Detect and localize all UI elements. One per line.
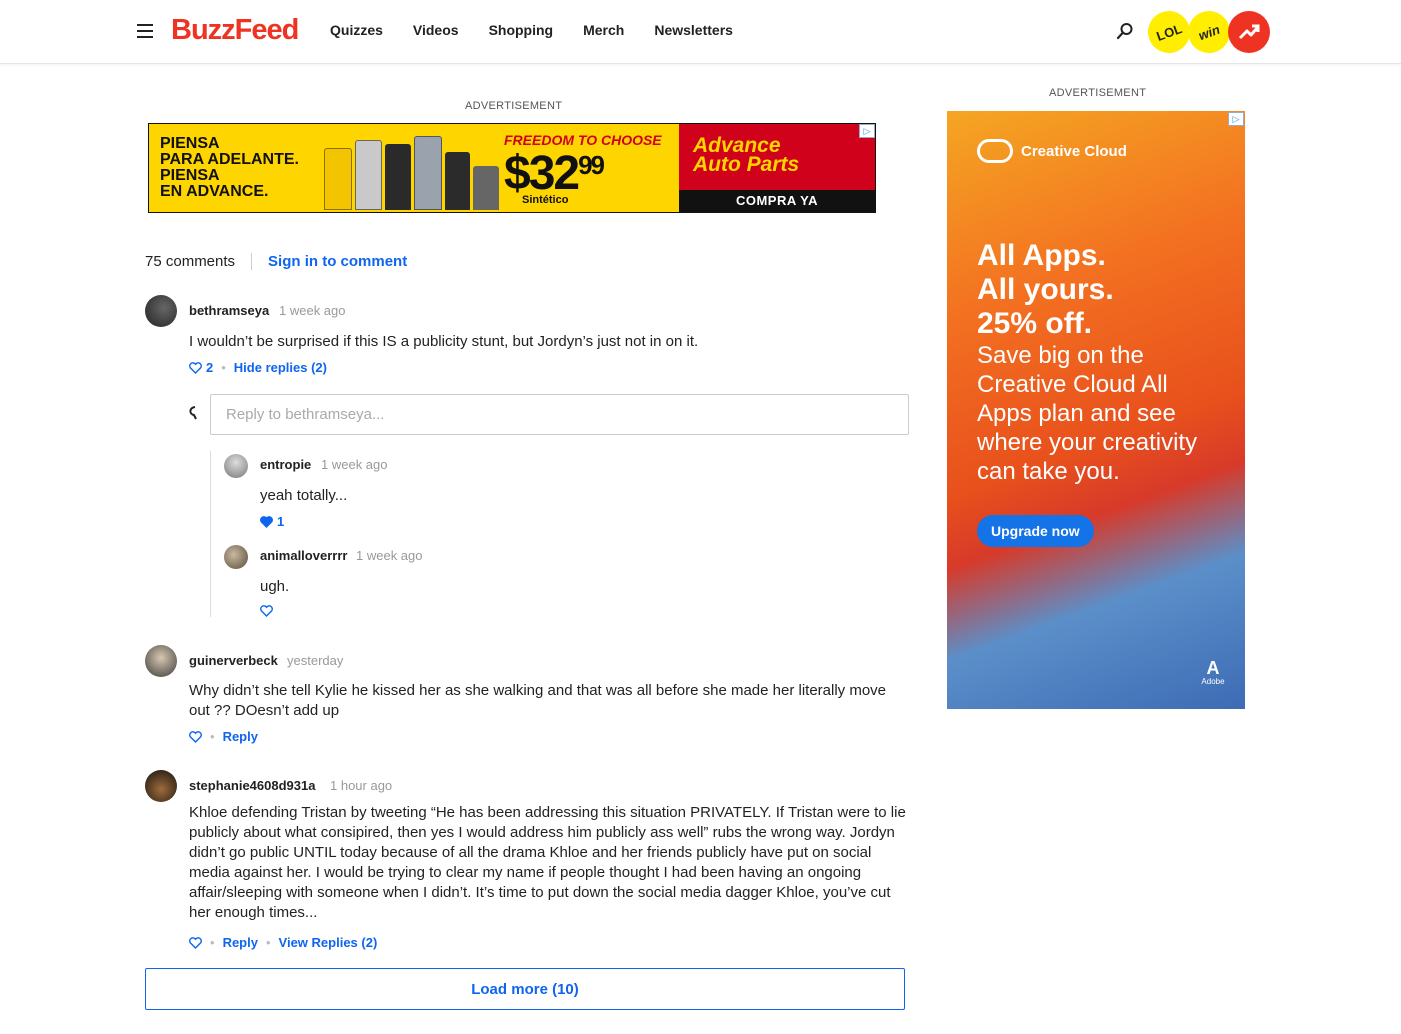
oil-bottles-image bbox=[324, 130, 500, 210]
main-nav: Quizzes Videos Shopping Merch Newsletter… bbox=[330, 22, 733, 38]
reply-text: yeah totally... bbox=[260, 487, 348, 504]
heart-icon[interactable] bbox=[189, 361, 202, 374]
heart-filled-icon[interactable] bbox=[260, 515, 273, 528]
reply-username[interactable]: animalloverrrr bbox=[260, 548, 347, 563]
avatar[interactable] bbox=[224, 545, 248, 569]
adchoices-icon[interactable]: ▷ bbox=[1228, 112, 1244, 126]
comments-header: 75 comments Sign in to comment bbox=[145, 250, 407, 272]
reply-link[interactable]: Reply bbox=[223, 729, 258, 744]
adobe-label: Adobe bbox=[1201, 677, 1225, 686]
adobe-icon: A bbox=[1206, 658, 1220, 678]
comment-time: 1 week ago bbox=[279, 303, 346, 318]
upgrade-now-button[interactable]: Upgrade now bbox=[977, 515, 1094, 547]
separator-dot: • bbox=[221, 360, 226, 375]
reply-time: 1 week ago bbox=[321, 457, 388, 472]
adobe-logo: A Adobe bbox=[1201, 659, 1225, 686]
comment-time: yesterday bbox=[287, 653, 344, 668]
reply-actions: 1 bbox=[260, 514, 284, 529]
reply-text: ugh. bbox=[260, 578, 290, 595]
comment-username[interactable]: bethramseya bbox=[189, 303, 269, 318]
banner-price: $3299 bbox=[504, 146, 605, 201]
like-count: 2 bbox=[206, 360, 214, 375]
reply-username[interactable]: entropie bbox=[260, 457, 311, 472]
comment-text: Why didn’t she tell Kylie he kissed her … bbox=[189, 682, 887, 719]
trending-icon[interactable] bbox=[1228, 11, 1270, 53]
reply-actions bbox=[260, 605, 273, 617]
comment-actions: • Reply • View Replies (2) bbox=[189, 935, 377, 950]
ad-label-side: ADVERTISEMENT bbox=[1049, 87, 1147, 99]
adchoices-icon[interactable]: ▷ bbox=[859, 124, 875, 138]
compra-ya-button[interactable]: COMPRA YA bbox=[679, 190, 875, 212]
reply-link[interactable]: Reply bbox=[223, 935, 258, 950]
comment-time: 1 hour ago bbox=[330, 778, 393, 793]
banner-price-dollars: $32 bbox=[504, 147, 580, 200]
load-more-button[interactable]: Load more (10) bbox=[145, 968, 905, 1010]
search-icon[interactable] bbox=[1116, 22, 1134, 40]
reply-time: 1 week ago bbox=[356, 548, 423, 563]
comment-text: Khloe defending Tristan by tweeting “He … bbox=[189, 804, 906, 921]
buzzfeed-logo[interactable]: BuzzFeed bbox=[171, 14, 299, 47]
comment-text: I wouldn’t be surprised if this IS a pub… bbox=[189, 333, 699, 350]
heart-icon[interactable] bbox=[260, 605, 273, 617]
advance-auto-logo: Advance Auto Parts bbox=[693, 134, 800, 176]
ad-label-banner: ADVERTISEMENT bbox=[465, 100, 563, 112]
avatar[interactable] bbox=[224, 454, 248, 478]
site-header: BuzzFeed Quizzes Videos Shopping Merch N… bbox=[0, 0, 1401, 64]
view-replies-link[interactable]: View Replies (2) bbox=[279, 935, 378, 950]
banner-headline: PIENSA PARA ADELANTE. PIENSA EN ADVANCE. bbox=[160, 135, 299, 200]
thread-line bbox=[210, 451, 211, 617]
banner-price-cents: 99 bbox=[578, 150, 605, 180]
nav-shopping[interactable]: Shopping bbox=[489, 22, 554, 38]
side-ad-body: Save big on the Creative Cloud All Apps … bbox=[977, 342, 1198, 485]
comment-count: 75 comments bbox=[145, 252, 253, 270]
comment-actions: • Reply bbox=[189, 729, 258, 744]
separator-dot: • bbox=[265, 935, 271, 950]
creative-cloud-icon bbox=[977, 139, 1013, 163]
separator-dot: • bbox=[210, 729, 215, 744]
creative-cloud-label: Creative Cloud bbox=[1021, 142, 1127, 160]
side-ad[interactable]: Creative Cloud All Apps. All yours. 25% … bbox=[947, 111, 1245, 709]
separator-dot: • bbox=[210, 935, 215, 950]
comment-username[interactable]: guinerverbeck bbox=[189, 653, 278, 668]
nav-videos[interactable]: Videos bbox=[413, 22, 459, 38]
nav-merch[interactable]: Merch bbox=[583, 22, 624, 38]
sign-in-link[interactable]: Sign in to comment bbox=[252, 253, 407, 270]
like-count: 1 bbox=[277, 514, 285, 529]
nav-quizzes[interactable]: Quizzes bbox=[330, 22, 383, 38]
advance-auto-parts: Advance Auto Parts COMPRA YA bbox=[679, 124, 875, 212]
reply-input[interactable] bbox=[210, 394, 909, 435]
banner-ad[interactable]: PIENSA PARA ADELANTE. PIENSA EN ADVANCE.… bbox=[148, 123, 876, 213]
banner-ad-offer: PIENSA PARA ADELANTE. PIENSA EN ADVANCE.… bbox=[149, 124, 679, 212]
reply-arrow-icon bbox=[189, 406, 197, 420]
banner-sintetico: Sintético bbox=[522, 194, 569, 206]
side-ad-headline: All Apps. All yours. 25% off. bbox=[977, 239, 1114, 340]
menu-icon[interactable] bbox=[137, 24, 153, 38]
heart-icon[interactable] bbox=[189, 936, 202, 949]
avatar[interactable] bbox=[145, 295, 177, 327]
avatar[interactable] bbox=[145, 770, 177, 802]
nav-newsletters[interactable]: Newsletters bbox=[654, 22, 733, 38]
creative-cloud-brand: Creative Cloud bbox=[977, 139, 1127, 163]
comment-username[interactable]: stephanie4608d931a bbox=[189, 778, 315, 793]
comment-actions: 2 • Hide replies (2) bbox=[189, 360, 327, 375]
avatar[interactable] bbox=[145, 645, 177, 677]
hide-replies-link[interactable]: Hide replies (2) bbox=[234, 360, 327, 375]
heart-icon[interactable] bbox=[189, 730, 202, 743]
